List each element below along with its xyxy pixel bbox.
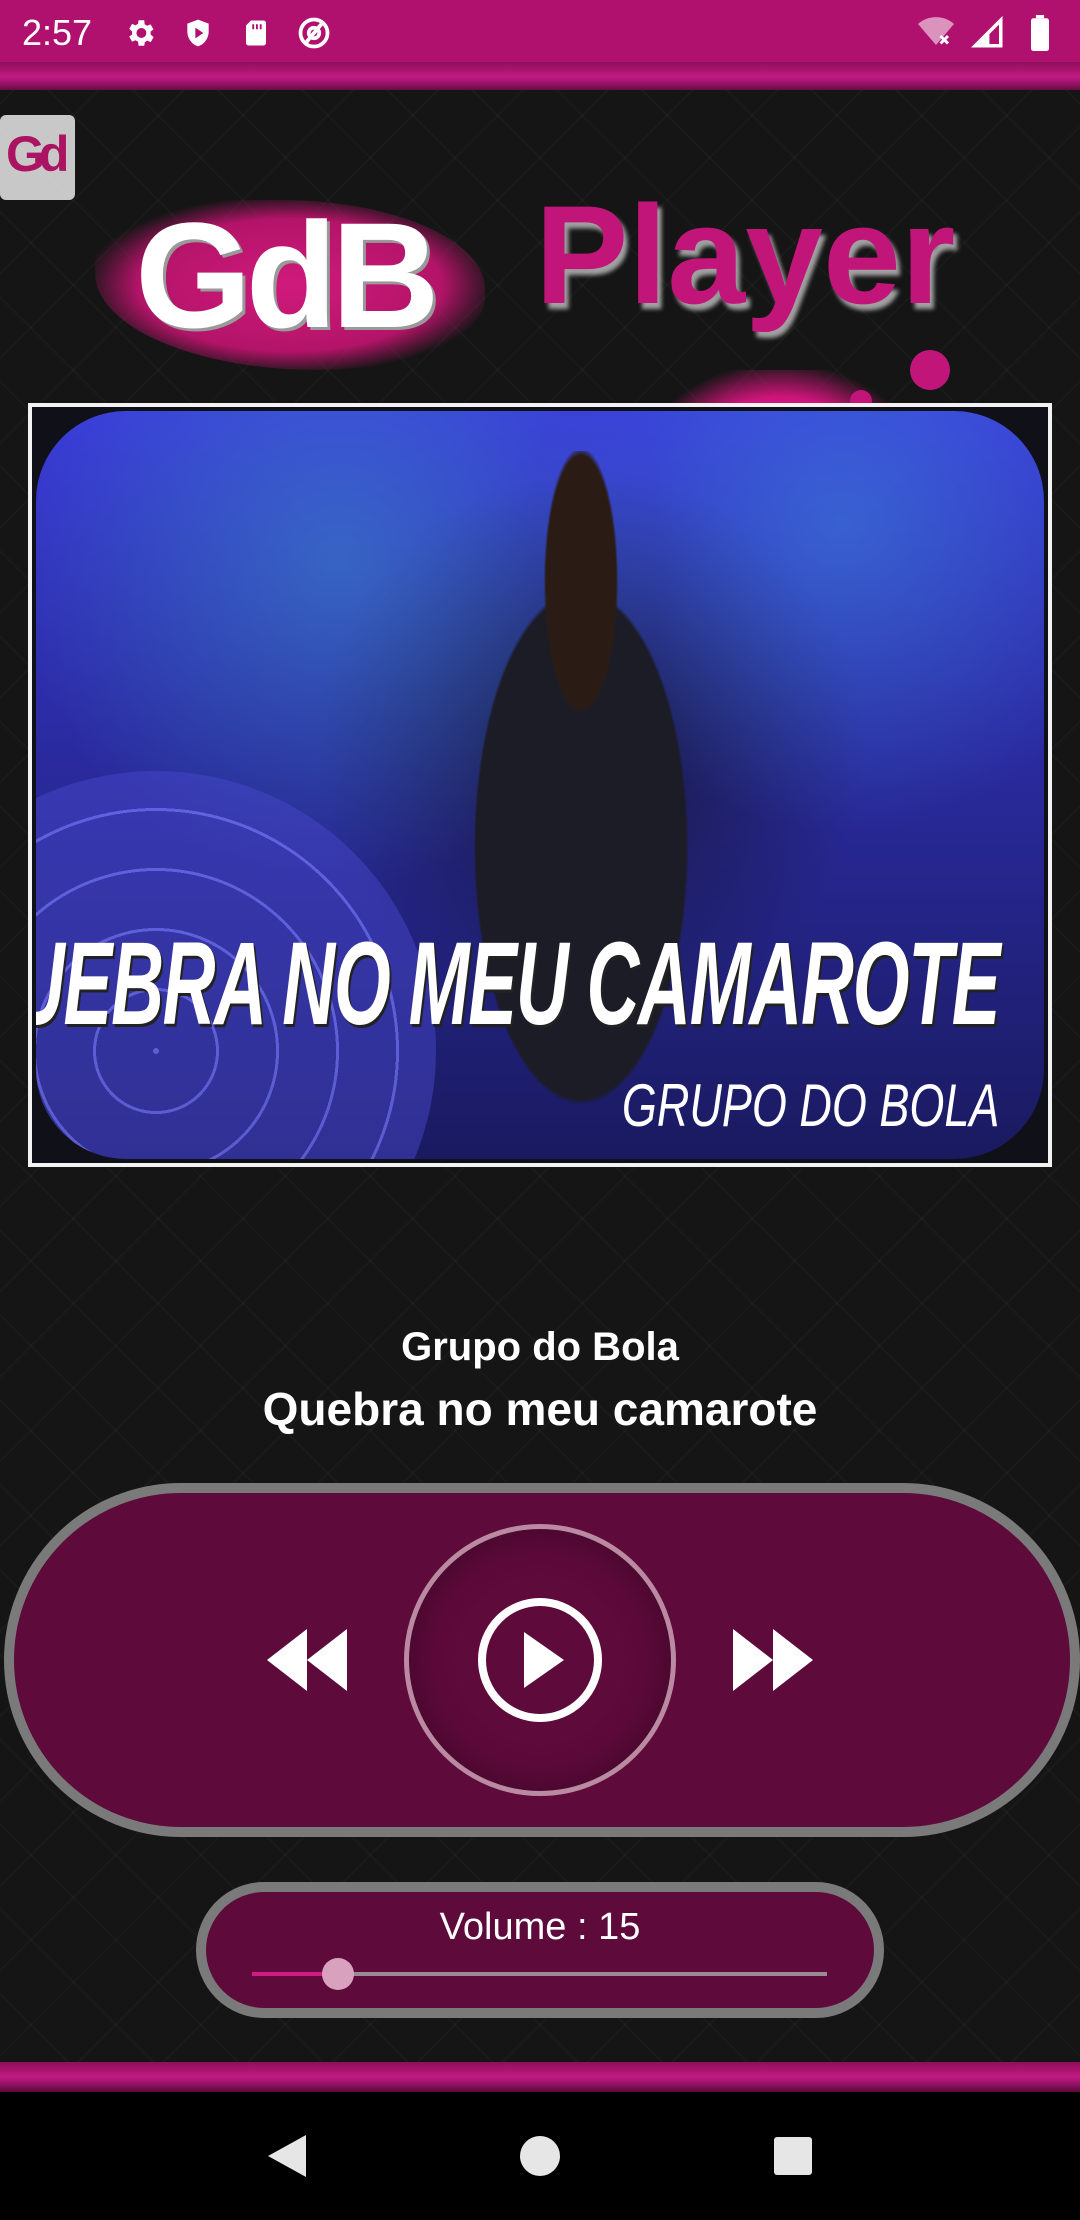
album-art-frame: QUEBRA NO MEU CAMAROTE GRUPO DO BOLA bbox=[28, 403, 1052, 1167]
song-title: Quebra no meu camarote bbox=[262, 1383, 818, 1435]
album-art: QUEBRA NO MEU CAMAROTE GRUPO DO BOLA bbox=[36, 411, 1044, 1159]
album-art-title: QUEBRA NO MEU CAMAROTE bbox=[36, 918, 1000, 1050]
shield-icon bbox=[180, 15, 216, 51]
status-time: 2:57 bbox=[22, 12, 93, 53]
status-icons-right bbox=[918, 15, 1058, 51]
fast-forward-button[interactable] bbox=[728, 1620, 818, 1700]
home-button[interactable] bbox=[510, 2126, 570, 2186]
app-title: Player bbox=[535, 176, 956, 333]
album-art-singer bbox=[416, 451, 746, 1159]
play-button[interactable] bbox=[478, 1598, 602, 1722]
recents-button[interactable] bbox=[763, 2126, 823, 2186]
back-button[interactable] bbox=[257, 2126, 317, 2186]
sd-card-icon bbox=[238, 15, 274, 51]
album-art-subtitle: GRUPO DO BOLA bbox=[621, 1072, 999, 1139]
recents-icon bbox=[774, 2137, 813, 2175]
top-accent-strip bbox=[0, 62, 1080, 92]
artist-name: Grupo do Bola bbox=[401, 1325, 679, 1369]
volume-panel bbox=[196, 1882, 884, 2018]
signal-icon bbox=[970, 15, 1006, 51]
logo-text: GdB bbox=[135, 191, 440, 359]
app-logo: GdB bbox=[95, 190, 485, 370]
rewind-icon bbox=[267, 1629, 347, 1691]
splash-decoration: Gd bbox=[0, 115, 75, 200]
system-navigation-bar bbox=[0, 2092, 1080, 2220]
home-icon bbox=[519, 2136, 560, 2176]
fast-forward-icon bbox=[733, 1629, 813, 1691]
rewind-button[interactable] bbox=[262, 1620, 352, 1700]
volume-slider-thumb[interactable] bbox=[322, 1958, 355, 1990]
back-icon bbox=[267, 2135, 306, 2177]
gear-icon bbox=[122, 15, 158, 51]
status-icons-left bbox=[122, 15, 332, 51]
volume-label: Volume : 15 bbox=[439, 1906, 641, 1948]
status-bar: 2:57 bbox=[0, 0, 1080, 66]
at-sign-icon bbox=[296, 15, 332, 51]
bottom-accent-strip bbox=[0, 2062, 1080, 2092]
play-icon bbox=[524, 1632, 564, 1688]
wifi-icon bbox=[918, 15, 954, 51]
splash-dot bbox=[910, 350, 950, 390]
battery-icon bbox=[1022, 15, 1058, 51]
